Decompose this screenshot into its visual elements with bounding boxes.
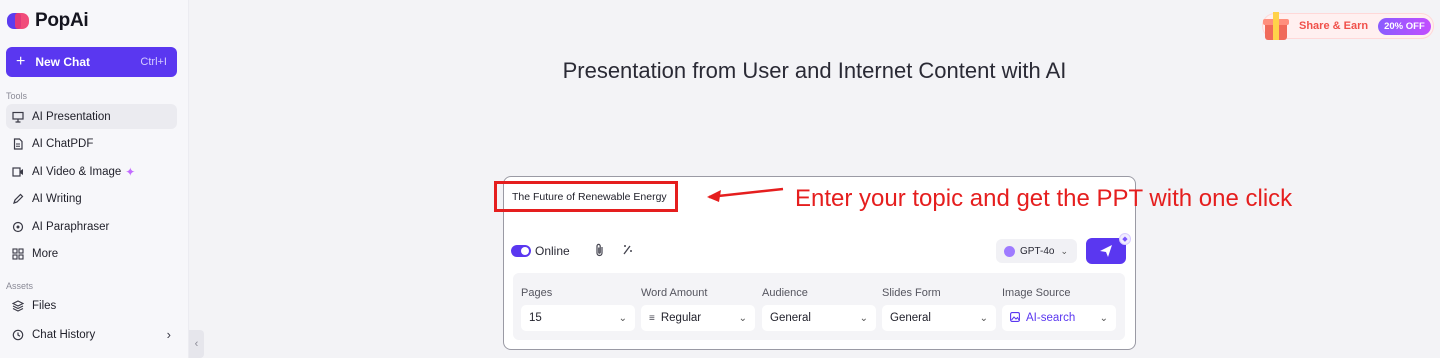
sidebar-item-more[interactable]: More	[6, 241, 177, 266]
history-icon	[12, 329, 24, 341]
page-title: Presentation from User and Internet Cont…	[562, 58, 1067, 83]
option-label: Slides Form	[882, 287, 941, 299]
image-source-select[interactable]: AI-search ⌄	[1002, 305, 1116, 331]
layers-icon	[12, 299, 24, 312]
new-chat-label: New Chat	[35, 55, 91, 69]
gift-icon	[1261, 10, 1291, 42]
premium-gem-icon: ◆	[1119, 233, 1131, 245]
topic-input-value: The Future of Renewable Energy	[512, 190, 667, 203]
option-label: Image Source	[1002, 287, 1071, 299]
sidebar: PopAi + New Chat Ctrl+I Tools AI Present…	[0, 0, 189, 358]
chevron-left-icon: ‹	[194, 338, 199, 350]
sidebar-item-label: AI Writing	[32, 192, 82, 205]
topic-input[interactable]: The Future of Renewable Energy	[494, 181, 678, 212]
sidebar-item-ai-writing[interactable]: AI Writing	[6, 186, 177, 211]
presentation-options: Pages 15 ⌄ Word Amount ≡ Regular ⌄ Audie…	[513, 273, 1125, 340]
online-toggle[interactable]	[511, 245, 531, 257]
paraphrase-icon	[12, 221, 24, 233]
sidebar-item-ai-paraphraser[interactable]: AI Paraphraser	[6, 214, 177, 239]
sidebar-item-ai-presentation[interactable]: AI Presentation	[6, 104, 177, 129]
new-chat-shortcut: Ctrl+I	[140, 56, 167, 68]
model-select[interactable]: GPT-4o ⌄	[996, 239, 1077, 263]
sidebar-item-label: Chat History	[32, 328, 96, 341]
option-value: 15	[529, 312, 542, 324]
grid-icon	[12, 247, 24, 260]
chevron-down-icon: ⌄	[859, 312, 868, 324]
pdf-icon	[12, 137, 24, 150]
sidebar-item-label: AI Video & Image	[32, 165, 122, 178]
sidebar-item-ai-video-image[interactable]: AI Video & Image ✦	[6, 159, 177, 184]
annotation-text: Enter your topic and get the PPT with on…	[795, 185, 1293, 212]
sidebar-item-label: AI Presentation	[32, 110, 111, 123]
tools-section-label: Tools	[6, 91, 28, 101]
sidebar-item-label: More	[32, 247, 59, 260]
option-label: Word Amount	[641, 287, 708, 299]
chevron-down-icon: ⌄	[618, 312, 627, 324]
option-value: General	[770, 312, 811, 324]
send-icon	[1100, 245, 1112, 257]
share-earn-label: Share & Earn	[1299, 20, 1369, 32]
sidebar-item-label: AI Paraphraser	[32, 220, 110, 233]
discount-badge: 20% OFF	[1378, 17, 1431, 35]
online-label: Online	[535, 244, 570, 258]
option-label: Audience	[762, 287, 808, 299]
sidebar-item-chat-history[interactable]: Chat History ›	[6, 322, 177, 347]
input-controls: Online	[511, 240, 635, 262]
new-chat-button[interactable]: + New Chat Ctrl+I	[6, 47, 177, 77]
chevron-right-icon: ›	[166, 327, 171, 342]
sidebar-item-ai-chatpdf[interactable]: AI ChatPDF	[6, 131, 177, 156]
image-icon	[1010, 311, 1020, 325]
option-value: AI-search	[1026, 312, 1076, 324]
popai-logo[interactable]: PopAi	[7, 10, 89, 32]
option-value: General	[890, 312, 931, 324]
option-value: Regular	[660, 312, 702, 324]
attach-icon[interactable]	[594, 243, 605, 260]
sidebar-item-files[interactable]: Files	[6, 293, 177, 318]
chevron-down-icon: ⌄	[738, 312, 747, 324]
slides-form-select[interactable]: General ⌄	[882, 305, 996, 331]
assets-section-label: Assets	[6, 281, 34, 291]
logo-text: PopAi	[35, 10, 89, 31]
share-earn-button[interactable]: Share & Earn 20% OFF	[1261, 10, 1434, 42]
lines-icon: ≡	[649, 312, 655, 324]
audience-select[interactable]: General ⌄	[762, 305, 876, 331]
word-amount-select[interactable]: ≡ Regular ⌄	[641, 305, 755, 331]
sidebar-item-label: Files	[32, 299, 57, 312]
model-label: GPT-4o	[1020, 245, 1055, 257]
model-icon	[1004, 245, 1015, 257]
plus-icon: +	[16, 53, 26, 70]
chevron-down-icon: ⌄	[979, 312, 988, 324]
sparkle-icon: ✦	[125, 164, 136, 179]
sidebar-item-label: AI ChatPDF	[32, 137, 94, 150]
chevron-down-icon: ⌄	[1099, 312, 1108, 324]
logo-mark-icon	[7, 11, 31, 31]
magic-wand-icon[interactable]	[621, 243, 635, 260]
video-image-icon	[12, 166, 24, 178]
option-label: Pages	[521, 287, 553, 299]
pages-select[interactable]: 15 ⌄	[521, 305, 635, 331]
presentation-icon	[12, 111, 24, 123]
annotation-arrow-icon	[707, 187, 784, 202]
pen-icon	[12, 193, 24, 205]
collapse-sidebar-button[interactable]: ‹	[189, 330, 204, 358]
chevron-down-icon: ⌄	[1060, 245, 1069, 256]
